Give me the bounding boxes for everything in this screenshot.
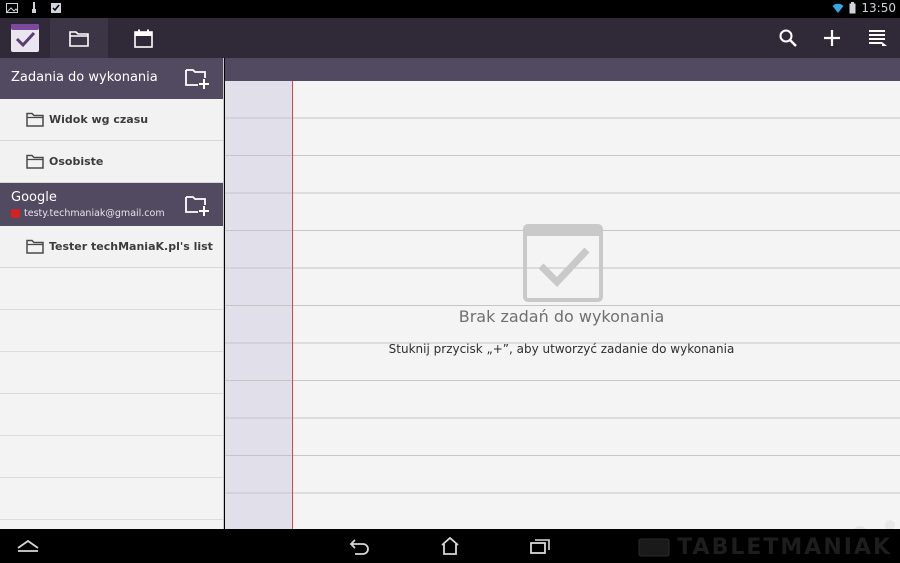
status-bar: 13:50 [0, 0, 900, 18]
tab-calendar[interactable] [114, 18, 172, 58]
add-folder-icon[interactable] [185, 194, 209, 216]
menu-overflow-icon [869, 30, 887, 46]
account-email: testy.techmaniak@gmail.com [11, 208, 165, 219]
tab-lists[interactable] [50, 18, 108, 58]
home-button[interactable] [430, 533, 470, 559]
splash-logo-icon [854, 520, 895, 529]
group-header-local[interactable]: Zadania do wykonania [0, 58, 223, 99]
tasks-panel: Brak zadań do wykonania Stuknij przycisk… [225, 58, 900, 529]
empty-row [0, 310, 223, 352]
overflow-menu-button[interactable] [856, 18, 900, 58]
account-email-text: testy.techmaniak@gmail.com [24, 208, 165, 219]
folder-icon [26, 112, 44, 127]
recent-apps-button[interactable] [520, 533, 560, 559]
empty-row [0, 394, 223, 436]
watermark: TABLETMANIAK [637, 533, 892, 561]
empty-state: Brak zadań do wykonania Stuknij przycisk… [293, 58, 900, 529]
tasks-check-icon [11, 24, 39, 52]
group-title: Zadania do wykonania [11, 70, 158, 85]
empty-hint: Stuknij przycisk „+”, aby utworzyć zadan… [388, 342, 735, 356]
collapse-icon [17, 539, 39, 552]
empty-row [0, 436, 223, 478]
list-item-label: Osobiste [49, 155, 104, 168]
list-item-label: Widok wg czasu [49, 113, 149, 126]
search-button[interactable] [766, 18, 810, 58]
list-item[interactable]: Widok wg czasu [0, 99, 223, 141]
usb-icon [32, 2, 36, 13]
empty-row [0, 478, 223, 520]
add-folder-icon[interactable] [185, 67, 209, 89]
plus-icon [824, 30, 840, 46]
calendar-icon [133, 29, 153, 48]
folder-icon [69, 30, 89, 47]
list-item[interactable]: Osobiste [0, 141, 223, 183]
folder-icon [26, 154, 44, 169]
search-icon [779, 29, 797, 47]
watermark-text: TABLETMANIAK [677, 534, 892, 560]
tasks-check-icon [523, 224, 603, 302]
status-time: 13:50 [861, 1, 896, 15]
home-icon [441, 536, 459, 555]
tablet-logo-icon [638, 538, 670, 557]
folder-icon [26, 239, 44, 254]
action-bar [0, 18, 900, 58]
back-icon [349, 539, 369, 555]
list-item[interactable]: Tester techManiaK.pl's list [0, 226, 223, 268]
wifi-icon [832, 3, 844, 13]
account-color-dot [11, 209, 20, 218]
empty-row [0, 268, 223, 310]
lists-sidebar: Zadania do wykonania Widok wg czasu Osob… [0, 58, 224, 529]
app-icon[interactable] [0, 18, 50, 58]
collapse-button[interactable] [8, 533, 48, 559]
empty-row [0, 352, 223, 394]
recent-apps-icon [530, 539, 550, 554]
empty-title: Brak zadań do wykonania [458, 307, 665, 326]
group-header-google[interactable]: Google testy.techmaniak@gmail.com [0, 183, 223, 226]
group-title: Google [11, 190, 57, 205]
image-icon [6, 3, 18, 13]
list-item-label: Tester techManiaK.pl's list [49, 240, 213, 253]
back-button[interactable] [340, 533, 380, 559]
clipboard-check-icon [51, 3, 61, 13]
add-task-button[interactable] [810, 18, 854, 58]
navigation-bar: TABLETMANIAK [0, 529, 900, 563]
battery-icon [849, 2, 856, 14]
